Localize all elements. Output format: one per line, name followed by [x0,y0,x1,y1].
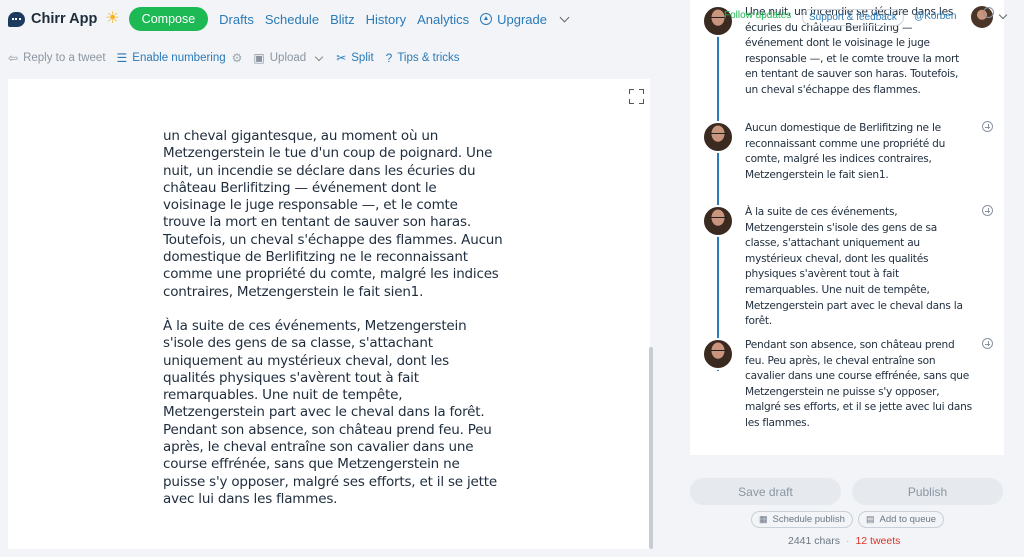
help-circle-icon: ? [385,51,393,65]
tips-button[interactable]: ? Tips & tricks [386,52,460,64]
thread-preview: Une nuit, un incendie se déclare dans le… [690,0,1004,455]
avatar [702,338,734,370]
gear-icon[interactable]: ⚙ [232,51,243,65]
nav-history[interactable]: History [366,12,406,27]
scissors-icon: ✂ [336,51,347,65]
app-logo[interactable]: Chirr App [8,11,97,27]
nav-blitz[interactable]: Blitz [330,12,355,27]
nav-analytics[interactable]: Analytics [417,12,469,27]
image-icon: ▣ [253,51,265,65]
fullscreen-icon[interactable] [629,89,644,104]
upgrade-arrow-icon [480,13,493,25]
publish-button[interactable]: Publish [852,478,1003,505]
chevron-down-icon[interactable] [998,10,1008,20]
split-button[interactable]: ✂ Split [336,52,373,64]
reply-label: Reply to a tweet [23,52,106,64]
calendar-icon: ▦ [759,514,768,524]
numbered-list-icon: ☰ [116,51,128,65]
follow-updates-link[interactable]: Follow updates [724,10,791,21]
support-feedback-button[interactable]: Support & feedback [802,9,904,26]
queue-icon: ▤ [866,514,875,524]
upload-label: Upload [269,52,307,64]
editor-paragraph: À la suite de ces événements, Metzengers… [163,317,497,507]
add-tweet-icon[interactable] [982,205,993,216]
text-editor[interactable]: un cheval gigantesque, au moment où un M… [8,79,650,549]
tweet-text: Aucun domestique de Berlifitzing ne le r… [745,122,946,181]
add-to-queue-button[interactable]: ▤ Add to queue [858,511,945,528]
sun-icon[interactable]: ☀ [105,11,119,27]
nav-upgrade[interactable]: Upgrade [480,12,547,27]
schedule-label: Schedule publish [772,514,845,525]
editor-toolbar: ⇦ Reply to a tweet ☰ Enable numbering ⚙ … [0,48,690,68]
enable-numbering-button[interactable]: ☰ Enable numbering [117,52,226,64]
nav-schedule[interactable]: Schedule [265,12,319,27]
reply-icon: ⇦ [8,51,19,65]
tweet-text: À la suite de ces événements, Metzengers… [745,206,963,328]
thread-connector [717,28,719,371]
save-draft-button[interactable]: Save draft [690,478,841,505]
avatar [702,121,734,153]
tweet-text: Pendant son absence, son château prend f… [745,339,972,429]
account-handle[interactable]: @Korben [914,11,956,22]
reply-to-tweet-button[interactable]: ⇦ Reply to a tweet [8,52,106,64]
editor-content[interactable]: un cheval gigantesque, au moment où un M… [163,128,503,525]
tips-label: Tips & tricks [397,52,460,64]
top-nav: Chirr App ☀ Compose Drafts Schedule Blit… [0,0,690,38]
editor-scrollbar[interactable] [649,347,653,549]
app-name: Chirr App [31,11,98,27]
avatar [702,205,734,237]
schedule-publish-button[interactable]: ▦ Schedule publish [751,511,853,528]
upgrade-label: Upgrade [497,11,547,27]
compose-button[interactable]: Compose [128,7,209,31]
add-account-icon[interactable] [983,7,994,18]
account-header: Follow updates Support & feedback @Korbe… [690,4,1024,34]
char-count: 2441 chars [788,535,840,547]
chevron-down-icon[interactable] [559,12,570,22]
add-tweet-icon[interactable] [982,121,993,132]
nav-drafts[interactable]: Drafts [219,12,254,27]
add-tweet-icon[interactable] [982,338,993,349]
chat-bubble-icon [8,11,25,27]
upload-dropdown-icon[interactable] [314,52,324,61]
queue-label: Add to queue [879,514,937,525]
split-label: Split [351,52,374,64]
upload-button[interactable]: ▣ Upload [253,52,306,64]
editor-paragraph: un cheval gigantesque, au moment où un M… [163,128,503,300]
tweet-count: 12 tweets [855,535,901,547]
numbering-label: Enable numbering [132,52,226,64]
thread-status: 2441 chars · 12 tweets [788,535,901,547]
